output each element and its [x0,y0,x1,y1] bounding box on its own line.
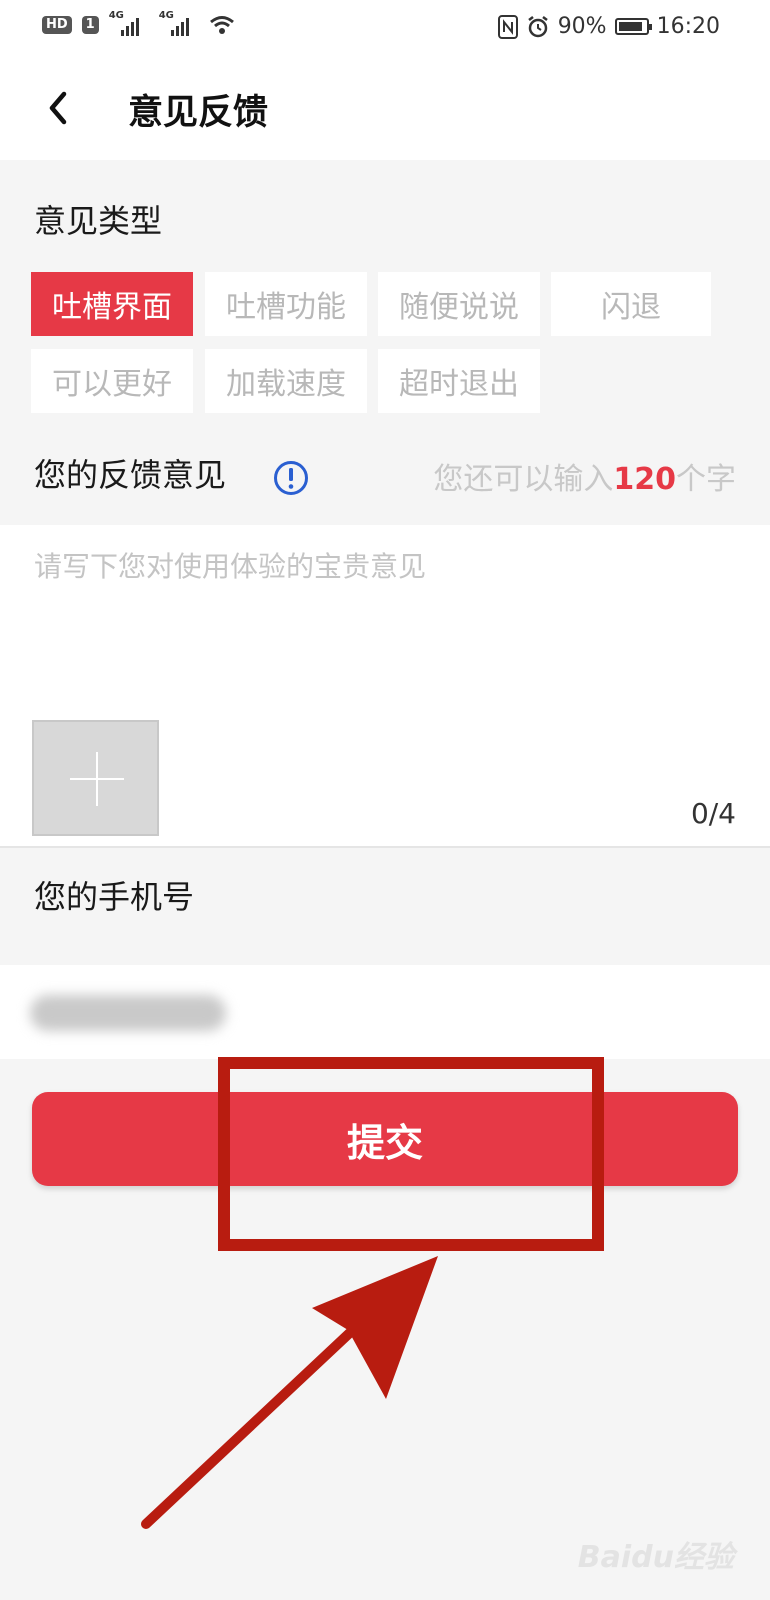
annotation-overlay [141,1057,604,1529]
highlight-box [218,1057,604,1251]
annotation-arrow-head [312,1256,438,1399]
watermark-logo: Baidu经验 [577,1540,734,1575]
